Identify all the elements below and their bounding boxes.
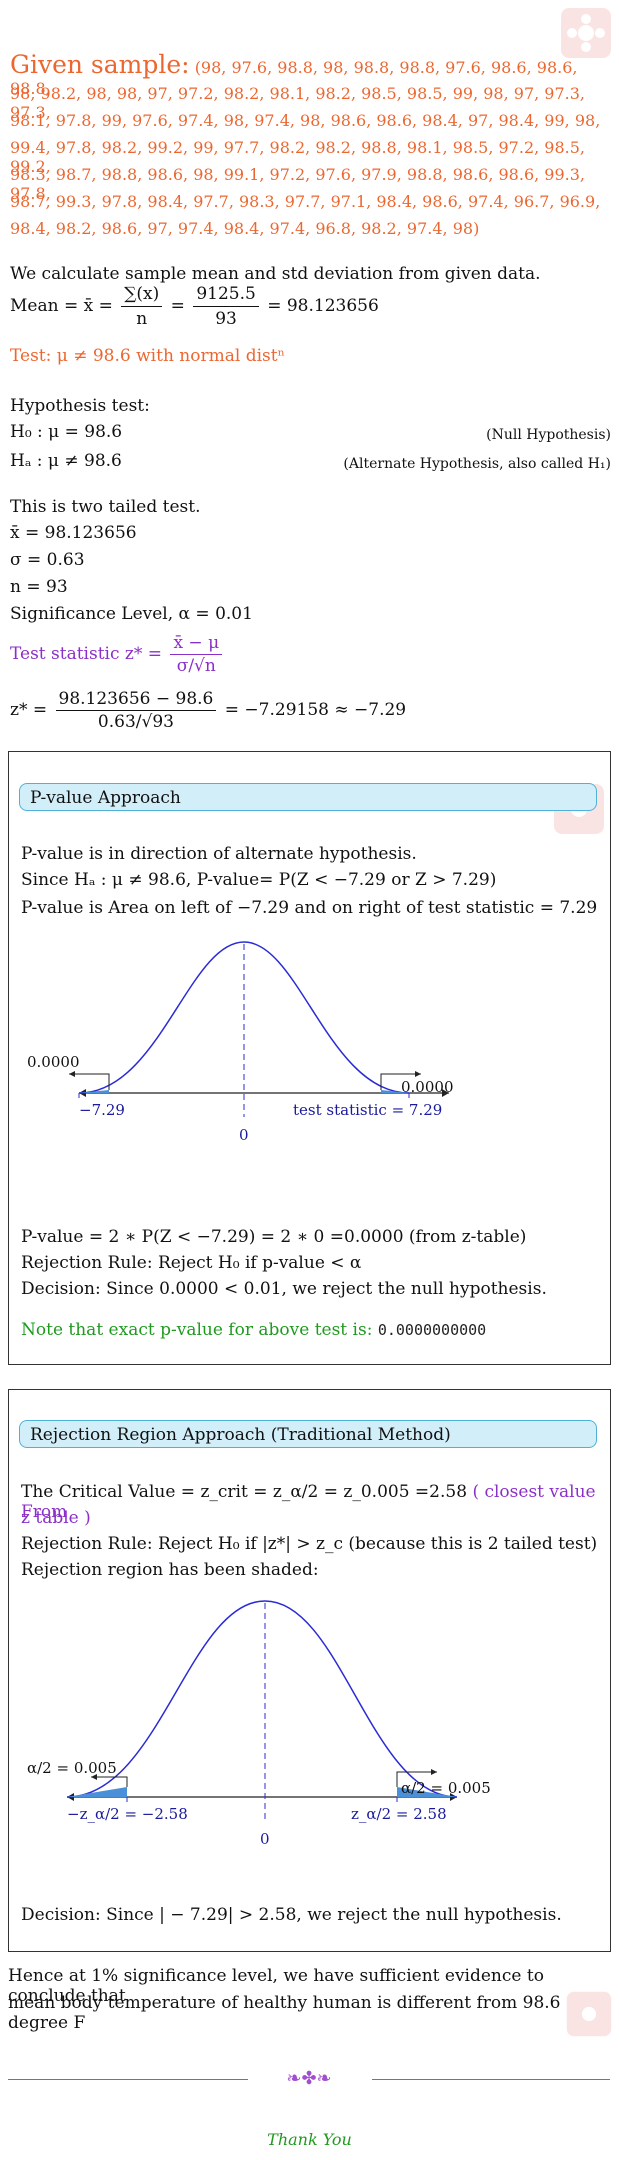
sample-values-3: 98.1, 97.8, 99, 97.6, 97.4, 98, 97.4, 98… bbox=[10, 111, 601, 130]
mean-equation: Mean = x̄ = ∑(x) n = 9125.5 93 = 98.1236… bbox=[10, 282, 379, 331]
pvalue-line-3: P-value is Area on left of −7.29 and on … bbox=[21, 898, 598, 918]
z-calculation: z* = 98.123656 − 98.6 0.63/√93 = −7.2915… bbox=[10, 688, 406, 733]
divider-right bbox=[372, 2079, 610, 2080]
pvalue-result: P-value = 2 ∗ P(Z < −7.29) = 2 ∗ 0 =0.00… bbox=[21, 1227, 527, 1247]
sample-values-6: 98.7, 99.3, 97.8, 98.4, 97.7, 98.3, 97.7… bbox=[10, 192, 601, 211]
pvalue-title: P-value Approach bbox=[19, 783, 597, 811]
test-statistic-formula: Test statistic z* = x̄ − μ σ/√n bbox=[10, 632, 225, 677]
divider-ornament-icon: ❧✤❧ bbox=[286, 2068, 332, 2089]
left-pointer-arrow-icon bbox=[69, 1071, 75, 1077]
right-alpha-label: α/2 = 0.005 bbox=[401, 1779, 491, 1797]
z-fraction: 98.123656 − 98.6 0.63/√93 bbox=[55, 688, 217, 733]
calc-intro: We calculate sample mean and std deviati… bbox=[10, 264, 541, 284]
rejection-normal-curve-graph: α/2 = 0.005 α/2 = 0.005 −z_α/2 = −2.58 0… bbox=[27, 1600, 491, 1848]
sum-denominator: 93 bbox=[215, 309, 237, 329]
flower-watermark-icon bbox=[566, 1991, 612, 2037]
right-pointer-arrow-icon bbox=[431, 1769, 437, 1775]
null-hypothesis: H₀ : μ = 98.6 bbox=[10, 422, 123, 442]
pvalue-box: P-value Approach P-value is in direction… bbox=[8, 751, 611, 1365]
critical-value: The Critical Value = z_crit = z_α/2 = z_… bbox=[21, 1482, 468, 1502]
mean-result: = 98.123656 bbox=[267, 296, 379, 316]
pvalue-rejection-rule: Rejection Rule: Reject H₀ if p-value < α bbox=[21, 1253, 362, 1273]
sample-heading: Given sample: bbox=[10, 50, 190, 79]
param-n: n = 93 bbox=[10, 577, 68, 597]
sum-numerator: 9125.5 bbox=[193, 282, 259, 307]
solution-page: Given sample: (98, 97.6, 98.8, 98, 98.8,… bbox=[0, 0, 619, 2160]
left-critical-label: −z_α/2 = −2.58 bbox=[67, 1805, 188, 1823]
exact-pvalue-value: 0.0000000000 bbox=[377, 1321, 487, 1339]
tail-type: This is two tailed test. bbox=[10, 497, 201, 517]
param-xbar: x̄ = 98.123656 bbox=[10, 523, 137, 543]
left-critical-label: −7.29 bbox=[79, 1101, 125, 1119]
right-area-label: 0.0000 bbox=[401, 1078, 454, 1096]
z-result: = −7.29158 ≈ −7.29 bbox=[224, 700, 407, 720]
critical-value-line: The Critical Value = z_crit = z_α/2 = z_… bbox=[21, 1482, 610, 1522]
pvalue-decision: Decision: Since 0.0000 < 0.01, we reject… bbox=[21, 1279, 547, 1299]
pvalue-line-1: P-value is in direction of alternate hyp… bbox=[21, 844, 417, 864]
rejection-decision: Decision: Since | − 7.29| > 2.58, we rej… bbox=[21, 1905, 562, 1925]
rejection-rule: Rejection Rule: Reject H₀ if |z*| > z_c … bbox=[21, 1534, 598, 1554]
mean-equals: = bbox=[170, 296, 185, 316]
thank-you: Thank You bbox=[267, 2130, 352, 2149]
mean-denominator: n bbox=[136, 309, 148, 329]
pvalue-normal-curve-graph: 0.0000 0.0000 −7.29 0 test statistic = 7… bbox=[27, 941, 454, 1144]
mean-label: Mean = x̄ = bbox=[10, 296, 113, 316]
normal-curve bbox=[66, 1600, 458, 1798]
mean-numerator: ∑(x) bbox=[121, 282, 163, 307]
rejection-title: Rejection Region Approach (Traditional M… bbox=[19, 1420, 597, 1448]
ts-denominator: σ/√n bbox=[176, 656, 216, 676]
ts-numerator: x̄ − μ bbox=[170, 632, 223, 655]
z-label: z* = bbox=[10, 700, 48, 720]
exact-pvalue-label: Note that exact p-value for above test i… bbox=[21, 1320, 373, 1340]
alternate-hypothesis-note: (Alternate Hypothesis, also called H₁) bbox=[343, 456, 611, 472]
alternate-hypothesis: Hₐ : μ ≠ 98.6 bbox=[10, 451, 122, 471]
test-heading: Test: μ ≠ 98.6 with normal distⁿ bbox=[10, 346, 285, 366]
test-statistic-label: test statistic = 7.29 bbox=[293, 1101, 442, 1119]
param-sigma: σ = 0.63 bbox=[10, 550, 85, 570]
ts-fraction: x̄ − μ σ/√n bbox=[170, 632, 223, 677]
exact-pvalue-note: Note that exact p-value for above test i… bbox=[21, 1320, 486, 1340]
z-numerator: 98.123656 − 98.6 bbox=[55, 688, 217, 711]
conclusion-line-2: mean body temperature of healthy human i… bbox=[8, 1993, 561, 2033]
left-area-label: 0.0000 bbox=[27, 1053, 80, 1071]
sum-fraction: 9125.5 93 bbox=[193, 282, 259, 331]
center-label: 0 bbox=[239, 1126, 249, 1144]
sample-values-7: 98.4, 98.2, 98.6, 97, 97.4, 98.4, 97.4, … bbox=[10, 219, 480, 238]
right-critical-label: z_α/2 = 2.58 bbox=[351, 1805, 447, 1823]
rejection-region-box: Rejection Region Approach (Traditional M… bbox=[8, 1389, 611, 1952]
z-denominator: 0.63/√93 bbox=[97, 712, 174, 732]
pvalue-line-2: Since Hₐ : μ ≠ 98.6, P-value= P(Z < −7.2… bbox=[21, 870, 497, 890]
rejection-shaded-note: Rejection region has been shaded: bbox=[21, 1560, 319, 1580]
center-label: 0 bbox=[260, 1830, 270, 1848]
left-alpha-label: α/2 = 0.005 bbox=[27, 1759, 117, 1777]
param-alpha: Significance Level, α = 0.01 bbox=[10, 604, 253, 624]
divider-left bbox=[8, 2079, 248, 2080]
left-rejection-shade bbox=[67, 1787, 127, 1797]
right-pointer-arrow-icon bbox=[415, 1071, 421, 1077]
ts-label: Test statistic z* = bbox=[10, 644, 163, 664]
mean-fraction: ∑(x) n bbox=[121, 282, 163, 331]
z-table-note: z table ) bbox=[21, 1508, 91, 1528]
hypothesis-title: Hypothesis test: bbox=[10, 396, 150, 416]
null-hypothesis-note: (Null Hypothesis) bbox=[486, 427, 611, 443]
